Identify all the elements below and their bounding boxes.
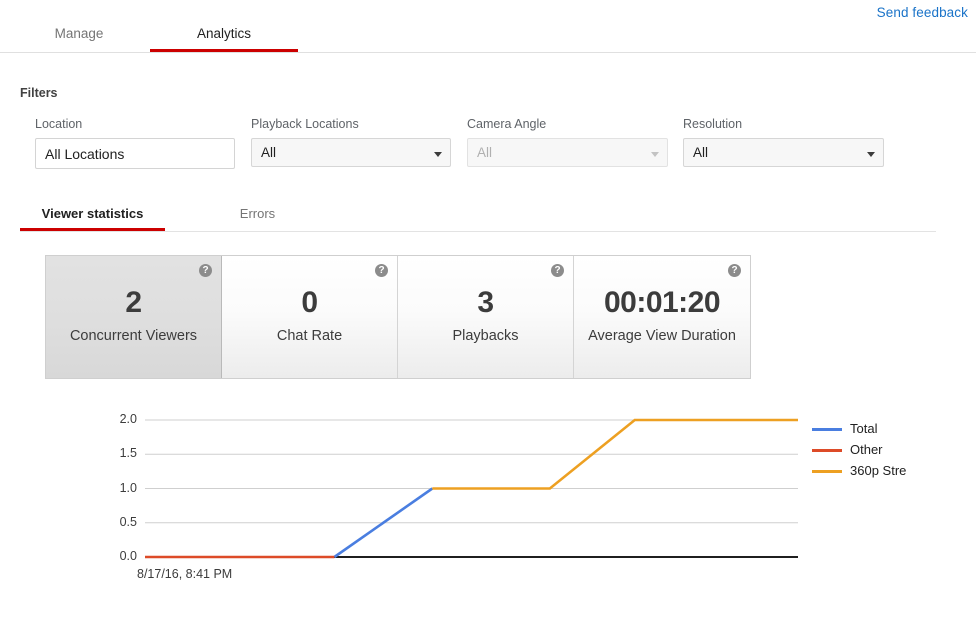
metric-card-average-view-duration[interactable]: ? 00:01:20 Average View Duration bbox=[574, 256, 750, 378]
metric-value: 00:01:20 bbox=[603, 286, 721, 319]
tab-viewer-statistics[interactable]: Viewer statistics bbox=[20, 200, 165, 231]
metric-label: Playbacks bbox=[452, 328, 519, 344]
legend-color-swatch bbox=[812, 449, 842, 452]
legend-label: 360p Stre bbox=[850, 463, 907, 478]
filter-location-label: Location bbox=[35, 117, 83, 131]
tab-analytics[interactable]: Analytics bbox=[150, 20, 298, 52]
filter-camera-angle: Camera Angle All bbox=[467, 117, 668, 167]
chart-canvas bbox=[145, 418, 798, 559]
send-feedback-link[interactable]: Send feedback bbox=[877, 5, 968, 20]
help-icon[interactable]: ? bbox=[551, 264, 564, 277]
metric-value: 2 bbox=[125, 286, 142, 319]
filters-heading: Filters bbox=[20, 86, 58, 100]
camera-angle-value: All bbox=[477, 145, 493, 160]
metric-card-concurrent-viewers[interactable]: ? 2 Concurrent Viewers bbox=[46, 256, 222, 378]
metric-card-chat-rate[interactable]: ? 0 Chat Rate bbox=[222, 256, 398, 378]
chart-y-tick-label: 1.5 bbox=[119, 446, 137, 461]
filter-camera-angle-label: Camera Angle bbox=[467, 117, 547, 131]
chart-y-tick-label: 2.0 bbox=[119, 412, 137, 426]
chart-y-tick-label: 0.0 bbox=[119, 549, 137, 563]
chart-x-tick-label: 8/17/16, 8:41 PM bbox=[137, 567, 233, 581]
filter-resolution-label: Resolution bbox=[683, 117, 743, 131]
metric-label: Chat Rate bbox=[276, 328, 343, 344]
chart-y-tick-label: 0.5 bbox=[119, 514, 137, 529]
playback-locations-value: All bbox=[261, 145, 277, 160]
filter-playback-locations-label: Playback Locations bbox=[251, 117, 359, 131]
tab-errors[interactable]: Errors bbox=[195, 200, 320, 231]
tab-manage[interactable]: Manage bbox=[20, 20, 138, 52]
filter-playback-locations: Playback Locations All bbox=[251, 117, 451, 167]
chevron-down-icon bbox=[651, 152, 659, 157]
metric-value: 3 bbox=[477, 286, 494, 319]
secondary-tab-bar: Viewer statistics Errors bbox=[20, 200, 936, 232]
metric-label: Average View Duration bbox=[588, 328, 736, 344]
metric-label: Concurrent Viewers bbox=[69, 328, 198, 344]
camera-angle-select: All bbox=[467, 138, 668, 167]
primary-tab-bar: Manage Analytics bbox=[0, 20, 976, 53]
filter-location: Location bbox=[35, 117, 235, 169]
viewer-statistics-chart: 0.0 0.5 1.0 1.5 2.0 8/17/16, 8:41 PM Total Ot… bbox=[0, 405, 976, 590]
help-icon[interactable]: ? bbox=[199, 264, 212, 277]
legend-color-swatch bbox=[812, 428, 842, 431]
playback-locations-select[interactable]: All bbox=[251, 138, 451, 167]
metric-card-row: ? 2 Concurrent Viewers ? 0 Chat Rate ? 3… bbox=[45, 255, 751, 379]
filter-resolution: Resolution All bbox=[683, 117, 884, 167]
help-icon[interactable]: ? bbox=[728, 264, 741, 277]
metric-value: 0 bbox=[301, 286, 318, 319]
help-icon[interactable]: ? bbox=[375, 264, 388, 277]
resolution-select[interactable]: All bbox=[683, 138, 884, 167]
location-input[interactable] bbox=[35, 138, 235, 169]
chevron-down-icon bbox=[434, 152, 442, 157]
chart-y-tick-label: 1.0 bbox=[119, 480, 137, 495]
resolution-value: All bbox=[693, 145, 709, 160]
legend-label: Total bbox=[850, 421, 878, 436]
legend-color-swatch bbox=[812, 470, 842, 473]
legend-label: Other bbox=[850, 442, 883, 457]
chevron-down-icon bbox=[867, 152, 875, 157]
metric-card-playbacks[interactable]: ? 3 Playbacks bbox=[398, 256, 574, 378]
